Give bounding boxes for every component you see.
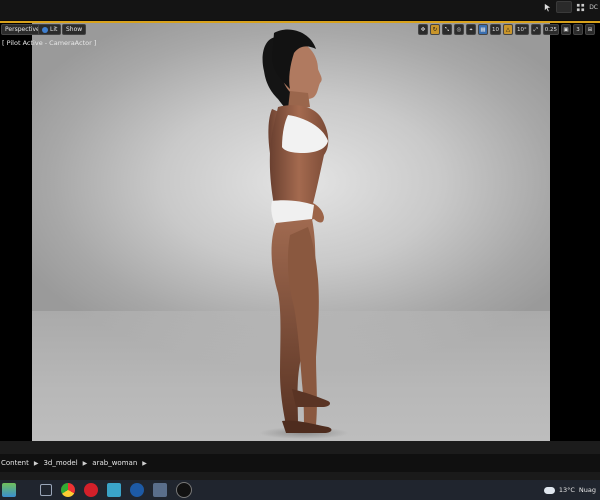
lit-label: Lit xyxy=(50,26,58,33)
start-app-icon[interactable] xyxy=(2,483,16,497)
rotate-icon[interactable]: ↻ xyxy=(430,24,440,35)
content-browser-area xyxy=(0,472,600,480)
breadcrumb-item-arab-woman[interactable]: arab_woman xyxy=(92,459,137,467)
task-view-icon[interactable] xyxy=(40,484,52,496)
grid-icon xyxy=(577,3,585,11)
taskbar: 13°C Nuag xyxy=(0,480,600,500)
level-viewport[interactable] xyxy=(32,23,550,441)
system-tray: 13°C Nuag xyxy=(543,480,596,500)
lit-menu-button[interactable]: Lit xyxy=(38,24,62,35)
chrome-icon[interactable] xyxy=(61,483,75,497)
surface-snap-icon[interactable]: ⌖ xyxy=(466,24,476,35)
camera-speed-icon[interactable]: ▣ xyxy=(561,24,571,35)
chevron-right-icon[interactable]: ▶ xyxy=(142,460,147,467)
window-control-button[interactable] xyxy=(556,1,573,13)
pilot-active-label: [ Pilot Active - CameraActor ] xyxy=(2,39,97,47)
maximize-viewport-icon[interactable]: ⊞ xyxy=(585,24,595,35)
camera-speed-value[interactable]: 3 xyxy=(573,24,583,35)
photos-icon[interactable] xyxy=(153,483,167,497)
grid-snap-value[interactable]: 10 xyxy=(490,24,501,35)
breadcrumb: Content ▶ 3d_model ▶ arab_woman ▶ xyxy=(0,454,600,472)
cursor-icon xyxy=(544,3,551,11)
cloud-icon xyxy=(543,486,555,494)
translate-icon[interactable]: ✥ xyxy=(418,24,428,35)
show-label: Show xyxy=(66,26,83,33)
chevron-right-icon[interactable]: ▶ xyxy=(83,460,88,467)
right-panel xyxy=(550,23,600,441)
lit-icon xyxy=(42,26,48,33)
tray-label: DC xyxy=(589,3,598,11)
left-panel xyxy=(0,23,32,441)
breadcrumb-item-content[interactable]: Content xyxy=(1,459,29,467)
scale-snap-icon[interactable]: ⤢ xyxy=(530,24,541,35)
transform-toolbar: ✥ ↻ ⤡ ◎ ⌖ ▦ 10 △ 10° ⤢ 0.25 ▣ 3 ⊞ xyxy=(418,24,595,35)
scale-icon[interactable]: ⤡ xyxy=(442,24,452,35)
title-bar: DC xyxy=(0,0,600,20)
title-tray: DC xyxy=(543,0,600,14)
show-menu-button[interactable]: Show xyxy=(62,24,87,35)
rotation-snap-icon[interactable]: △ xyxy=(503,24,513,35)
scale-snap-value[interactable]: 0.25 xyxy=(542,24,559,35)
app-m-icon[interactable] xyxy=(107,483,121,497)
grid-snap-icon[interactable]: ▦ xyxy=(478,24,488,35)
character-model xyxy=(259,29,349,439)
chevron-right-icon[interactable]: ▶ xyxy=(34,460,39,467)
weather-temp[interactable]: 13°C xyxy=(559,486,575,494)
weather-text[interactable]: Nuag xyxy=(579,486,596,494)
content-browser-toolbar xyxy=(0,441,600,455)
rotation-snap-value[interactable]: 10° xyxy=(515,24,529,35)
breadcrumb-item-3d-model[interactable]: 3d_model xyxy=(43,459,77,467)
opera-icon[interactable] xyxy=(84,483,98,497)
perspective-label: Perspective xyxy=(5,26,40,33)
unreal-engine-icon[interactable] xyxy=(176,482,192,498)
world-local-icon[interactable]: ◎ xyxy=(454,24,464,35)
app-c-icon[interactable] xyxy=(130,483,144,497)
